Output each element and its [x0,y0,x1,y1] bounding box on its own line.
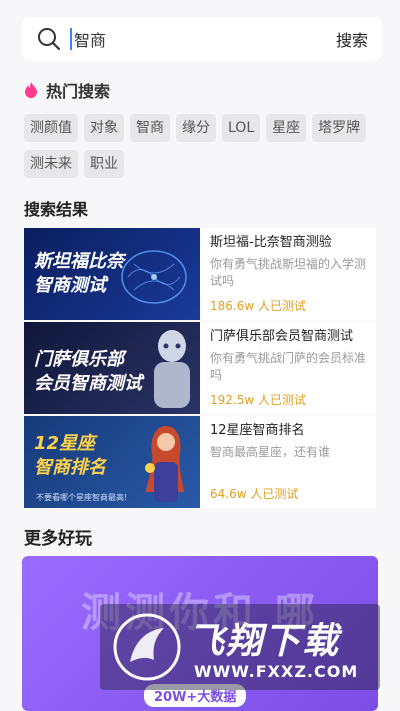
result-desc: 智商最高星座，还有谁 [210,445,331,459]
hot-tag[interactable]: 测颜值 [24,114,78,142]
result-title: 门萨俱乐部会员智商测试 [210,329,354,344]
hot-tag[interactable]: 职业 [84,150,124,178]
hot-search-header: 热门搜索 [24,78,110,102]
thumb-title: 12星座 智商排名 [34,433,106,478]
more-fun-title: 更多好玩 [24,529,92,549]
watermark-url: WWW.FXXZ.COM [194,662,359,681]
search-bar: 搜索 [22,17,382,61]
result-info: 12星座智商排名 智商最高星座，还有谁 64.6w 人已测试 [200,416,376,508]
hot-tag[interactable]: 测未来 [24,150,78,178]
brain-illustration [121,250,187,304]
results-title: 搜索结果 [24,200,89,219]
hot-search-title: 热门搜索 [46,82,111,101]
result-info: 斯坦福-比奈智商测验 你有勇气挑战斯坦福的入学测试吗 186.6w 人已测试 [200,228,376,320]
thumb-title: 斯坦福比奈 智商测试 [34,251,124,296]
result-thumbnail: 门萨俱乐部 会员智商测试 [24,322,200,414]
result-item[interactable]: 门萨俱乐部 会员智商测试 门萨俱乐部会员智商测试 你有勇气挑战门萨的会员标准吗 1… [24,322,376,414]
result-thumbnail: 斯坦福比奈 智商测试 [24,228,200,320]
watermark-logo-icon [113,613,181,681]
thumb-title: 门萨俱乐部 会员智商测试 [34,349,142,394]
robot-illustration [154,330,190,408]
result-item[interactable]: 12星座 智商排名 不要看哪个星座智商最高! 12星座智商排名 智商最高星座，还有… [24,416,376,508]
flame-icon [25,82,37,98]
search-button[interactable]: 搜索 [336,27,368,51]
hot-tag[interactable]: 塔罗牌 [312,114,367,142]
watermark-text: 飞翔下载 [188,621,341,662]
result-desc: 你有勇气挑战斯坦福的入学测试吗 [210,257,367,288]
result-thumbnail: 12星座 智商排名 不要看哪个星座智商最高! [24,416,200,508]
result-desc: 你有勇气挑战门萨的会员标准吗 [210,351,367,382]
result-count: 192.5w 人已测试 [210,393,306,407]
search-icon [38,28,61,51]
hot-tag[interactable]: 智商 [130,114,170,142]
hot-tag[interactable]: 对象 [84,114,124,142]
result-title: 斯坦福-比奈智商测验 [210,235,332,250]
hot-tags: 测颜值 对象 智商 缘分 LOL 星座 塔罗牌 测未来 职业 [24,114,374,178]
hot-tag[interactable]: 星座 [266,114,307,142]
result-item[interactable]: 斯坦福比奈 智商测试 斯坦福-比奈智商测验 你有勇气挑战斯坦福的入学测试吗 186… [24,228,376,320]
hot-tag[interactable]: LOL [222,114,261,142]
result-count: 186.6w 人已测试 [210,299,306,313]
thumb-subtitle: 不要看哪个星座智商最高! [36,493,128,502]
search-input[interactable] [70,28,336,50]
result-count: 64.6w 人已测试 [210,487,299,501]
result-info: 门萨俱乐部会员智商测试 你有勇气挑战门萨的会员标准吗 192.5w 人已测试 [200,322,376,414]
woman-illustration [145,426,184,502]
hot-tag[interactable]: 缘分 [176,114,216,142]
result-title: 12星座智商排名 [210,423,305,438]
